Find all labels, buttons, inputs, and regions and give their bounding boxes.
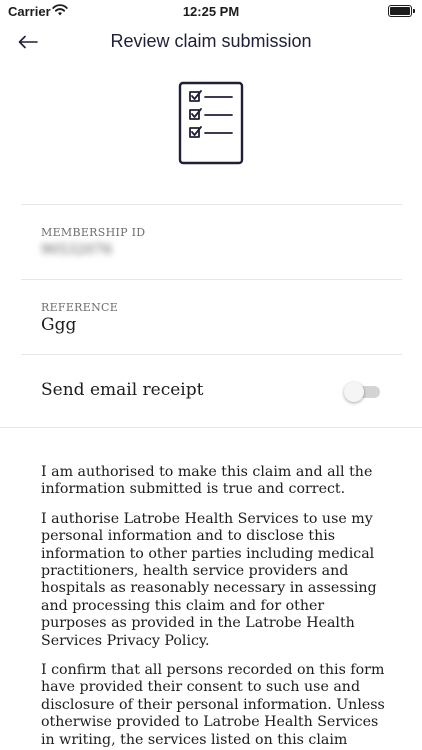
divider: [21, 204, 402, 205]
email-receipt-toggle[interactable]: [344, 382, 382, 402]
divider: [21, 354, 402, 355]
page-title: Review claim submission: [110, 31, 312, 51]
divider: [21, 279, 402, 280]
battery-icon: [388, 5, 415, 17]
navigation-bar: Review claim submission: [0, 24, 422, 60]
checklist-icon: [178, 81, 244, 165]
email-receipt-label: Send email receipt: [41, 380, 204, 400]
reference-value: Ggg: [41, 315, 77, 335]
membership-id-label: MEMBERSHIP ID: [41, 226, 146, 239]
toggle-knob: [344, 382, 364, 402]
membership-id-value: 90532076: [41, 242, 113, 258]
declaration-paragraph: I confirm that all persons recorded on t…: [41, 662, 385, 750]
reference-label: REFERENCE: [41, 301, 119, 314]
declaration-paragraph: I authorise Latrobe Health Services to u…: [41, 510, 377, 649]
clock: 12:25 PM: [182, 4, 240, 19]
status-bar: Carrier 12:25 PM: [0, 0, 422, 24]
declaration-paragraph: I am authorised to make this claim and a…: [41, 464, 373, 498]
section-divider: [0, 427, 422, 428]
declaration-text: I am authorised to make this claim and a…: [41, 464, 386, 750]
